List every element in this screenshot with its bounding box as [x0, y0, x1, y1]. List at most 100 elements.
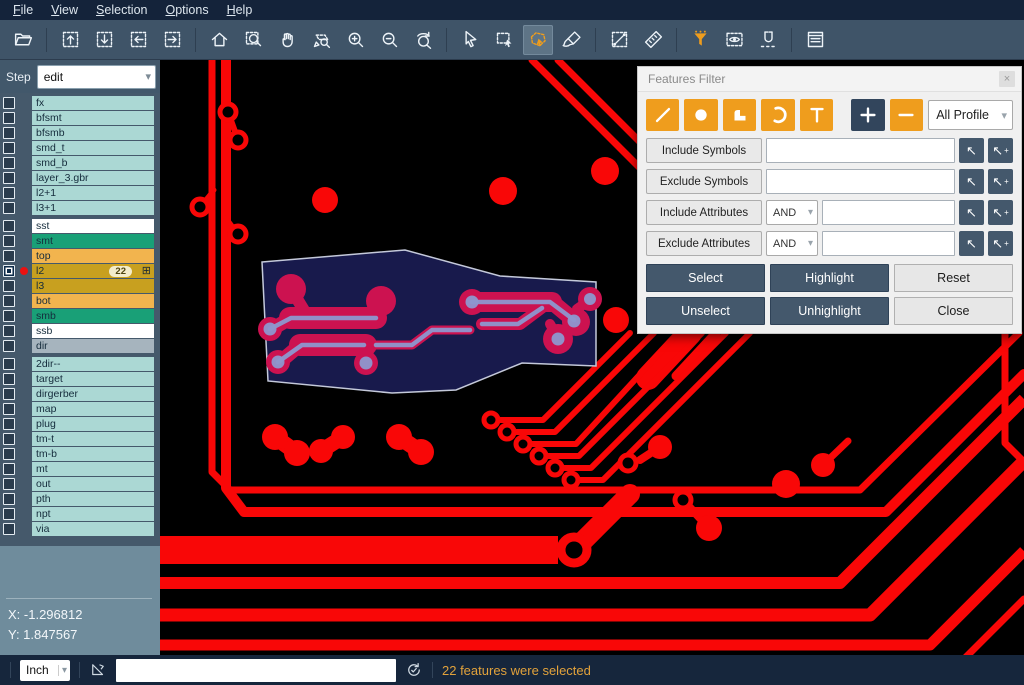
layer-name[interactable]: layer_3.gbr [32, 171, 154, 185]
layer-row-via[interactable]: via [0, 522, 160, 536]
layer-name[interactable]: bot [32, 294, 154, 308]
layer-checkbox[interactable] [3, 433, 15, 445]
feature-type-arc-button[interactable] [761, 99, 794, 131]
zoom-previous-icon[interactable] [408, 25, 438, 55]
pick-add-from-canvas-button[interactable]: ↖+ [988, 231, 1013, 256]
pointer-icon[interactable] [455, 25, 485, 55]
brush-icon[interactable] [557, 25, 587, 55]
close-icon[interactable]: × [999, 71, 1015, 87]
layer-row-tm-t[interactable]: tm-t [0, 432, 160, 446]
layer-row-l2[interactable]: l222⊞ [0, 264, 160, 278]
feature-type-text-button[interactable] [800, 99, 833, 131]
feature-type-line-button[interactable] [646, 99, 679, 131]
snap-icon[interactable] [753, 25, 783, 55]
unhighlight-button[interactable]: Unhighlight [770, 297, 889, 325]
layer-row-smb[interactable]: smb [0, 309, 160, 323]
pick-from-canvas-button[interactable]: ↖ [959, 231, 984, 256]
layer-checkbox[interactable] [3, 202, 15, 214]
exclude-attributes-button[interactable]: Exclude Attributes [646, 231, 762, 256]
ruler-icon[interactable] [638, 25, 668, 55]
layer-checkbox[interactable] [3, 523, 15, 535]
home-icon[interactable] [204, 25, 234, 55]
layer-row-l2+1[interactable]: l2+1 [0, 186, 160, 200]
refresh-icon[interactable] [405, 661, 423, 679]
layer-checkbox[interactable] [3, 250, 15, 262]
shift-up-icon[interactable] [55, 25, 85, 55]
layer-row-top[interactable]: top [0, 249, 160, 263]
layer-row-2dir--[interactable]: 2dir-- [0, 357, 160, 371]
layer-name[interactable]: via [32, 522, 154, 536]
layer-checkbox[interactable] [3, 388, 15, 400]
layer-checkbox[interactable] [3, 373, 15, 385]
layer-name[interactable]: out [32, 477, 154, 491]
layer-name[interactable]: top [32, 249, 154, 263]
add-button[interactable] [851, 99, 884, 131]
layer-name[interactable]: mt [32, 462, 154, 476]
reset-button[interactable]: Reset [894, 264, 1013, 292]
profile-select[interactable]: All Profile▾ [928, 100, 1013, 130]
layer-row-smd_t[interactable]: smd_t [0, 141, 160, 155]
pick-add-from-canvas-button[interactable]: ↖+ [988, 200, 1013, 225]
layer-checkbox[interactable] [3, 463, 15, 475]
layer-row-mt[interactable]: mt [0, 462, 160, 476]
layer-checkbox[interactable] [3, 142, 15, 154]
layer-row-target[interactable]: target [0, 372, 160, 386]
layer-row-ssb[interactable]: ssb [0, 324, 160, 338]
layer-checkbox[interactable] [3, 235, 15, 247]
zoom-in-icon[interactable] [340, 25, 370, 55]
layer-name[interactable]: l222⊞ [32, 264, 154, 278]
filter-icon[interactable] [685, 25, 715, 55]
layer-checkbox[interactable] [3, 112, 15, 124]
layer-row-layer_3.gbr[interactable]: layer_3.gbr [0, 171, 160, 185]
measure-line-icon[interactable] [604, 25, 634, 55]
layer-checkbox[interactable] [3, 493, 15, 505]
menu-item-view[interactable]: View [42, 2, 87, 18]
command-input[interactable] [116, 659, 396, 682]
unit-select[interactable]: Inch ▾ [20, 660, 70, 681]
layer-name[interactable]: bfsmb [32, 126, 154, 140]
layer-name[interactable]: pth [32, 492, 154, 506]
layer-checkbox[interactable] [3, 418, 15, 430]
pick-add-from-canvas-button[interactable]: ↖+ [988, 169, 1013, 194]
layer-name[interactable]: l3+1 [32, 201, 154, 215]
corner-tool-icon[interactable] [89, 661, 107, 679]
layer-name[interactable]: dirgerber [32, 387, 154, 401]
layer-name[interactable]: smt [32, 234, 154, 248]
layer-row-bfsmb[interactable]: bfsmb [0, 126, 160, 140]
unselect-button[interactable]: Unselect [646, 297, 765, 325]
layer-row-npt[interactable]: npt [0, 507, 160, 521]
layer-checkbox[interactable] [3, 97, 15, 109]
close-button[interactable]: Close [894, 297, 1013, 325]
layer-row-l3+1[interactable]: l3+1 [0, 201, 160, 215]
layer-row-smt[interactable]: smt [0, 234, 160, 248]
include-attributes-button[interactable]: Include Attributes [646, 200, 762, 225]
layer-name[interactable]: ssb [32, 324, 154, 338]
layer-row-fx[interactable]: fx [0, 96, 160, 110]
layer-row-dir[interactable]: dir [0, 339, 160, 353]
layer-row-dirgerber[interactable]: dirgerber [0, 387, 160, 401]
menu-item-options[interactable]: Options [156, 2, 217, 18]
layer-checkbox[interactable] [3, 265, 15, 277]
layer-name[interactable]: tm-t [32, 432, 154, 446]
layer-name[interactable]: fx [32, 96, 154, 110]
layer-checkbox[interactable] [3, 157, 15, 169]
open-icon[interactable] [8, 25, 38, 55]
layer-name[interactable]: map [32, 402, 154, 416]
view-options-icon[interactable] [719, 25, 749, 55]
layer-row-tm-b[interactable]: tm-b [0, 447, 160, 461]
layer-checkbox[interactable] [3, 508, 15, 520]
exclude-symbols-button[interactable]: Exclude Symbols [646, 169, 762, 194]
pcb-canvas[interactable]: Features Filter × All Profile▾ Include S… [160, 60, 1024, 655]
layer-row-bfsmt[interactable]: bfsmt [0, 111, 160, 125]
dialog-title-bar[interactable]: Features Filter × [638, 67, 1021, 92]
layer-name[interactable]: smd_b [32, 156, 154, 170]
pick-from-canvas-button[interactable]: ↖ [959, 200, 984, 225]
layer-name[interactable]: l2+1 [32, 186, 154, 200]
layer-row-l3[interactable]: l3 [0, 279, 160, 293]
layer-checkbox[interactable] [3, 187, 15, 199]
layer-row-smd_b[interactable]: smd_b [0, 156, 160, 170]
pick-from-canvas-button[interactable]: ↖ [959, 138, 984, 163]
menu-item-help[interactable]: Help [218, 2, 262, 18]
feature-type-surface-button[interactable] [723, 99, 756, 131]
pick-add-from-canvas-button[interactable]: ↖+ [988, 138, 1013, 163]
